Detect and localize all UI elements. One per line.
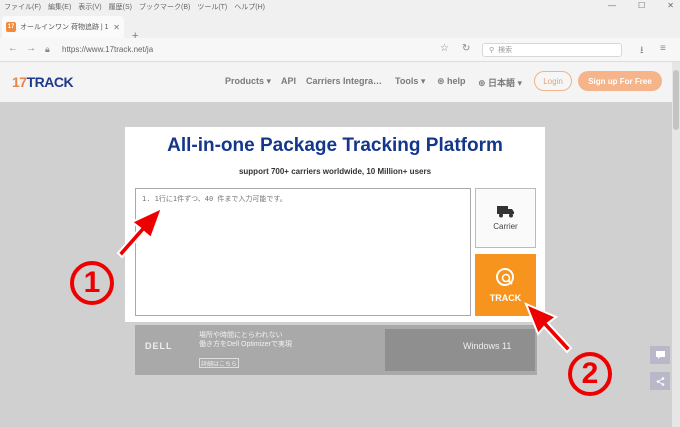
share-icon (656, 376, 664, 386)
browser-search-box[interactable]: ⚲ 検索 (482, 43, 622, 57)
nav-products[interactable]: Products ▾ (225, 76, 271, 87)
track-button[interactable]: TRACK (475, 254, 536, 316)
navigation-bar: ← → 🔒︎ https://www.17track.net/ja ☆ ↻ ⚲ … (0, 38, 680, 62)
ad-banner[interactable]: DELL 場所や時間にとらわれない 働き方をDell Optimizerで実現 … (135, 325, 537, 375)
login-button[interactable]: Login (534, 71, 572, 91)
nav-language[interactable]: ⊕ 日本語 ▾ (478, 76, 522, 89)
app-menu-icon[interactable]: ≡ (660, 43, 666, 54)
bookmark-star-icon[interactable]: ☆ (440, 43, 449, 54)
menu-help[interactable]: ヘルプ(H) (234, 2, 265, 12)
carrier-button[interactable]: Carrier (475, 188, 536, 248)
site-header: 17TRACK Products ▾ API Carriers Integra…… (0, 62, 680, 102)
window-controls: — ☐ ✕ (608, 1, 674, 10)
ad-line-1: 場所や時間にとらわれない (199, 332, 283, 339)
ad-os-label: Windows 11 (463, 341, 512, 351)
annotation-circle-1: 1 (70, 261, 114, 305)
carrier-label: Carrier (493, 222, 518, 231)
minimize-icon[interactable]: — (608, 1, 616, 10)
menu-history[interactable]: 履歴(S) (109, 2, 132, 12)
favicon-icon: 17 (6, 22, 16, 32)
ad-brand: DELL (145, 341, 173, 351)
chat-icon (655, 351, 665, 359)
logo-prefix: 17 (12, 74, 27, 90)
ad-detail-button[interactable]: 詳細はこちら (199, 358, 239, 368)
page-title: All-in-one Package Tracking Platform (167, 135, 503, 156)
menu-tools[interactable]: ツール(T) (197, 2, 227, 12)
downloads-icon[interactable]: ⭳ (640, 43, 644, 60)
logo-suffix: TRACK (26, 74, 74, 90)
signup-button[interactable]: Sign up For Free (578, 71, 662, 91)
truck-icon (496, 206, 514, 218)
lock-icon: 🔒︎ (45, 44, 50, 54)
tracking-number-input[interactable] (135, 188, 471, 316)
nav-api[interactable]: API (281, 76, 296, 86)
tab-close-icon[interactable]: ✕ (113, 23, 120, 32)
tab-title: オールインワン 荷物追跡 | 17TRA… (20, 24, 109, 31)
maximize-icon[interactable]: ☐ (638, 1, 645, 10)
ad-image (385, 329, 535, 371)
tab-bar: 17 オールインワン 荷物追跡 | 17TRA… ✕ + (0, 14, 680, 42)
menu-file[interactable]: ファイル(F) (4, 2, 41, 12)
menu-bar: ファイル(F) 編集(E) 表示(V) 履歴(S) ブックマーク(B) ツール(… (0, 0, 680, 14)
ad-line-2: 働き方をDell Optimizerで実現 (199, 341, 292, 348)
tracking-panel: All-in-one Package Tracking Platform sup… (125, 127, 545, 322)
forward-icon[interactable]: → (26, 43, 36, 54)
menu-view[interactable]: 表示(V) (78, 2, 101, 12)
logo[interactable]: 17TRACK (12, 74, 74, 90)
annotation-number-2: 2 (581, 357, 599, 390)
reload-icon[interactable]: ↻ (462, 43, 470, 54)
back-icon[interactable]: ← (8, 43, 18, 54)
nav-tools[interactable]: Tools ▾ (395, 76, 425, 87)
nav-carriers[interactable]: Carriers Integra… (306, 76, 382, 86)
globe-icon: ⊕ (478, 78, 489, 88)
menu-bookmarks[interactable]: ブックマーク(B) (139, 2, 190, 12)
annotation-circle-2: 2 (568, 352, 612, 396)
annotation-number-1: 1 (83, 266, 101, 299)
page-subtitle: support 700+ carriers worldwide, 10 Mill… (238, 167, 432, 176)
share-button[interactable] (650, 372, 670, 390)
search-placeholder: 検索 (498, 47, 513, 54)
close-window-icon[interactable]: ✕ (667, 1, 674, 10)
help-icon: ⊛ (437, 76, 448, 86)
menu-edit[interactable]: 編集(E) (48, 2, 71, 12)
ad-headline: 場所や時間にとらわれない 働き方をDell Optimizerで実現 (199, 331, 292, 349)
scrollbar-thumb[interactable] (673, 70, 679, 130)
url-bar[interactable]: https://www.17track.net/ja (62, 45, 153, 54)
chat-button[interactable] (650, 346, 670, 364)
nav-help[interactable]: ⊛ help (437, 76, 466, 87)
globe-search-icon (495, 268, 514, 286)
browser-tab[interactable]: 17 オールインワン 荷物追跡 | 17TRA… ✕ (2, 16, 124, 38)
search-icon: ⚲ (489, 47, 495, 54)
track-label: TRACK (489, 293, 522, 303)
